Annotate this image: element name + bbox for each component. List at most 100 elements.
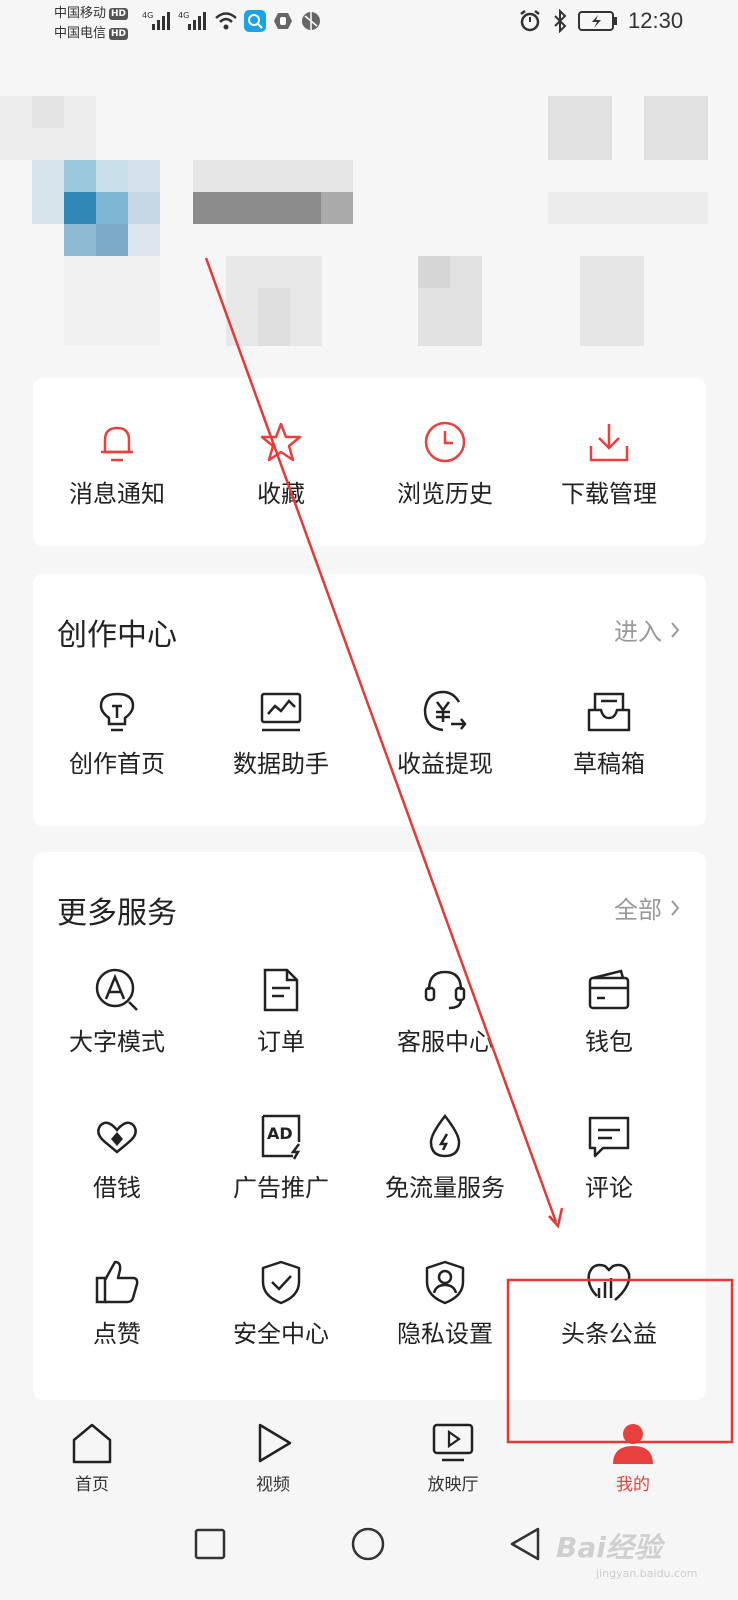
nav-theater[interactable]: 放映厅	[398, 1412, 508, 1495]
svg-text:AD: AD	[267, 1124, 293, 1143]
service-comments[interactable]: 评论	[525, 1112, 693, 1203]
service-label: 点赞	[93, 1320, 141, 1348]
privacy-user-icon	[425, 1260, 465, 1305]
nav-mine[interactable]: 我的	[578, 1412, 688, 1495]
carrier-2: 中国电信	[54, 26, 107, 41]
watermark-logo: Bai经验	[556, 1531, 662, 1564]
quick-action-favorites[interactable]: 收藏	[197, 418, 365, 509]
service-free-data[interactable]: 免流量服务	[361, 1112, 529, 1203]
charity-heart-icon	[587, 1263, 631, 1301]
service-label: 头条公益	[561, 1320, 657, 1348]
profile-header[interactable]	[0, 90, 738, 360]
watermark-url: jingyan.baidu.com	[596, 1567, 698, 1580]
battery-icon	[578, 11, 617, 31]
creation-enter-link[interactable]: 进入	[614, 612, 680, 647]
app-ball-icon	[302, 12, 320, 30]
nav-home[interactable]: 首页	[37, 1412, 147, 1495]
quick-actions-card: 消息通知 收藏 浏览历史 下载管理	[33, 378, 706, 546]
section-title: 创作中心	[57, 618, 177, 653]
document-icon	[263, 968, 299, 1012]
service-label: 隐私设置	[397, 1320, 493, 1348]
service-label: 订单	[257, 1028, 305, 1056]
hd-badge: HD	[109, 8, 129, 20]
service-label: 广告推广	[233, 1174, 329, 1202]
service-label: 安全中心	[233, 1320, 329, 1348]
svg-text:4G: 4G	[178, 11, 189, 20]
service-wallet[interactable]: 钱包	[525, 966, 693, 1057]
service-customer-center[interactable]: 客服中心	[361, 966, 529, 1057]
chevron-right-icon	[671, 899, 680, 916]
signal-icons: 4G 4G	[142, 10, 322, 32]
creation-item-earnings[interactable]: 收益提现	[361, 688, 529, 779]
status-right: 12:30	[518, 8, 683, 34]
data-drop-icon	[429, 1113, 461, 1158]
status-bar: 中国移动 HD 中国电信 HD 4G 4G 12:30	[0, 0, 738, 52]
clock-icon	[424, 421, 466, 463]
service-label: 客服中心	[397, 1028, 493, 1056]
coin-loan-icon	[97, 1121, 137, 1154]
svg-text:4G: 4G	[142, 11, 153, 20]
comment-icon	[588, 1116, 630, 1158]
font-size-icon	[95, 968, 138, 1011]
nav-label: 视频	[256, 1475, 290, 1495]
play-icon	[258, 1423, 292, 1463]
back-button[interactable]	[508, 1526, 542, 1562]
nav-label: 首页	[75, 1475, 109, 1495]
service-ad-promotion[interactable]: AD 广告推广	[197, 1112, 365, 1203]
creation-item-drafts[interactable]: 草稿箱	[525, 688, 693, 779]
creation-item-home[interactable]: 创作首页	[33, 688, 201, 779]
service-orders[interactable]: 订单	[197, 966, 365, 1057]
service-security-center[interactable]: 安全中心	[197, 1258, 365, 1349]
service-charity[interactable]: 头条公益	[525, 1258, 693, 1349]
quick-action-history[interactable]: 浏览历史	[361, 418, 529, 509]
quick-action-label: 浏览历史	[397, 480, 493, 508]
service-large-font[interactable]: 大字模式	[33, 966, 201, 1057]
service-label: 借钱	[93, 1174, 141, 1202]
section-title: 更多服务	[57, 896, 177, 931]
bluetooth-icon	[554, 9, 567, 33]
creation-item-label: 收益提现	[397, 750, 493, 778]
service-loan[interactable]: 借钱	[33, 1112, 201, 1203]
quick-action-notifications[interactable]: 消息通知	[33, 418, 201, 509]
carrier-info: 中国移动 HD 中国电信 HD	[54, 4, 129, 44]
lightbulb-icon	[99, 692, 135, 732]
nav-label: 放映厅	[427, 1475, 479, 1495]
wallet-icon	[588, 969, 630, 1010]
download-icon	[589, 424, 629, 462]
nav-label: 我的	[616, 1475, 650, 1495]
carrier-1: 中国移动	[54, 6, 107, 21]
star-icon	[260, 422, 302, 462]
thumbs-up-icon	[95, 1260, 139, 1304]
hd-badge-2: HD	[109, 28, 129, 40]
recent-apps-button[interactable]	[194, 1528, 226, 1560]
service-label: 钱包	[585, 1028, 633, 1056]
chart-monitor-icon	[260, 692, 302, 732]
service-likes[interactable]: 点赞	[33, 1258, 201, 1349]
signal-icon: 4G	[142, 11, 170, 30]
app-hand-icon	[274, 13, 292, 29]
creation-item-data[interactable]: 数据助手	[197, 688, 365, 779]
all-label: 全部	[614, 896, 662, 924]
wifi-icon	[215, 12, 237, 30]
yuan-transfer-icon	[423, 690, 467, 732]
time: 12:30	[628, 8, 684, 33]
alarm-icon	[520, 10, 540, 32]
nav-video[interactable]: 视频	[218, 1412, 328, 1495]
ad-icon: AD	[261, 1114, 301, 1160]
home-button[interactable]	[350, 1526, 386, 1562]
service-label: 评论	[585, 1174, 633, 1202]
creation-item-label: 数据助手	[233, 750, 329, 778]
quick-action-downloads[interactable]: 下载管理	[525, 418, 693, 509]
services-all-link[interactable]: 全部	[614, 890, 680, 925]
creation-center-card: 创作中心 进入 创作首页 数据助手 收益提现 草稿箱	[33, 574, 706, 826]
service-privacy-settings[interactable]: 隐私设置	[361, 1258, 529, 1349]
chevron-right-icon	[671, 621, 680, 638]
bell-icon	[101, 426, 133, 462]
tv-play-icon	[432, 1423, 474, 1462]
creation-item-label: 创作首页	[69, 750, 165, 778]
draft-box-icon	[587, 692, 631, 732]
service-label: 免流量服务	[385, 1174, 505, 1202]
quick-action-label: 消息通知	[69, 480, 165, 508]
service-label: 大字模式	[69, 1028, 165, 1056]
shield-check-icon	[261, 1260, 301, 1305]
